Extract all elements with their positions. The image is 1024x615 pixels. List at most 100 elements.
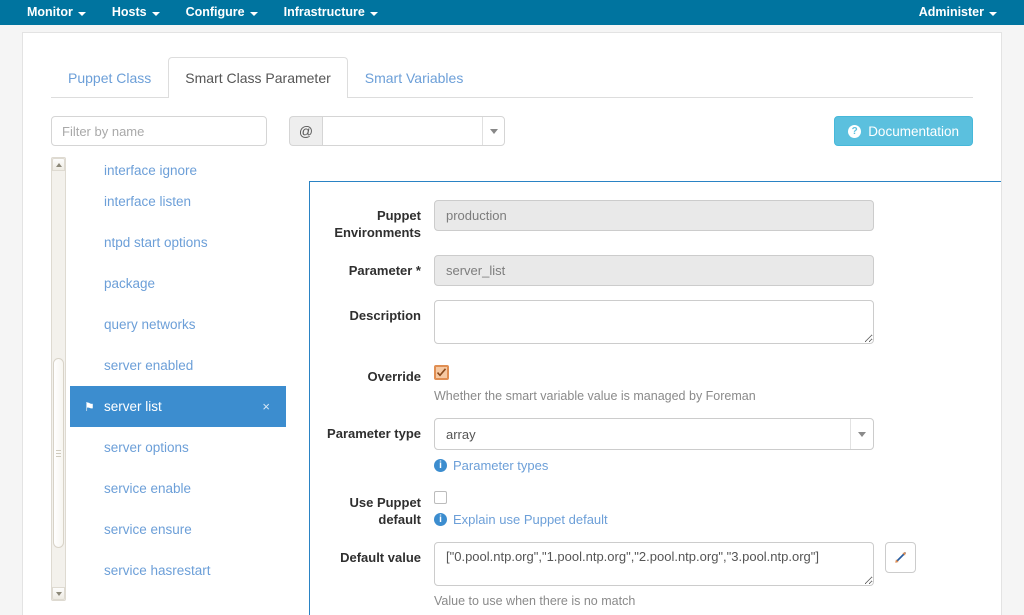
close-icon[interactable]: × <box>262 399 276 414</box>
list-item[interactable]: service hasrestart <box>70 550 286 591</box>
parameter-form-panel: Puppet Environments Parameter * Descript… <box>309 181 1001 615</box>
chevron-down-icon <box>151 11 160 16</box>
list-item[interactable]: interface ignore <box>70 153 286 181</box>
parameter-sidebar: interface ignore interface listen ntpd s… <box>51 153 286 615</box>
list-item-label: server list <box>104 399 162 414</box>
expand-editor-button[interactable] <box>885 542 916 573</box>
list-item[interactable]: query networks <box>70 304 286 345</box>
list-item-label: service hasrestart <box>104 563 211 578</box>
form-row-use-puppet-default: Use Puppet default i Explain use Puppet … <box>310 487 1001 528</box>
use-puppet-default-checkbox[interactable] <box>434 491 447 504</box>
tab-label: Smart Class Parameter <box>185 70 331 86</box>
list-item-label: interface ignore <box>104 163 198 178</box>
parameter-type-control: array i Parameter types <box>434 418 991 473</box>
chevron-down-icon <box>77 11 86 16</box>
parameter-types-link[interactable]: i Parameter types <box>434 458 548 473</box>
scroll-down-arrow-icon[interactable] <box>52 587 65 600</box>
navbar-left-group: Monitor Hosts Configure Infrastructure <box>14 0 391 25</box>
parameter-control <box>434 255 991 286</box>
list-item-label: service enable <box>104 481 192 496</box>
parameter-type-select[interactable]: array <box>434 418 874 450</box>
chevron-down-icon <box>850 419 873 449</box>
page-container: Puppet Class Smart Class Parameter Smart… <box>22 32 1002 615</box>
puppet-environments-input <box>434 200 874 231</box>
tab-puppet-class[interactable]: Puppet Class <box>51 57 168 98</box>
navbar-right-group: Administer <box>906 0 1010 25</box>
scroll-up-arrow-icon[interactable] <box>52 158 65 171</box>
default-value-wrap <box>434 542 991 586</box>
explain-use-puppet-default-link[interactable]: i Explain use Puppet default <box>434 512 608 527</box>
parameter-label: Parameter * <box>348 263 421 278</box>
nav-item-label: Administer <box>918 5 984 19</box>
tab-smart-class-parameter[interactable]: Smart Class Parameter <box>168 57 348 98</box>
list-item-label: server options <box>104 440 189 455</box>
nav-item-infrastructure[interactable]: Infrastructure <box>271 0 391 25</box>
list-item[interactable]: interface listen <box>70 181 286 222</box>
list-item-label: package <box>104 276 156 291</box>
description-control <box>434 300 991 347</box>
form-row-parameter-type: Parameter type array i Parameter types <box>310 418 1001 473</box>
override-control: Whether the smart variable value is mana… <box>434 361 991 404</box>
nav-item-hosts[interactable]: Hosts <box>99 0 173 25</box>
chevron-down-icon <box>482 117 504 145</box>
check-icon <box>436 368 447 377</box>
environment-select[interactable] <box>322 116 505 146</box>
environment-filter-group: @ <box>289 116 505 146</box>
sidebar-scrollbar[interactable] <box>51 157 66 601</box>
nav-item-monitor[interactable]: Monitor <box>14 0 99 25</box>
tab-bar: Puppet Class Smart Class Parameter Smart… <box>51 57 973 98</box>
list-item-label: interface listen <box>104 194 192 209</box>
use-puppet-default-control: i Explain use Puppet default <box>434 487 991 528</box>
list-item[interactable]: ntpd start options <box>70 222 286 263</box>
override-checkbox[interactable] <box>434 365 449 380</box>
parameter-type-label: Parameter type <box>327 426 421 441</box>
parameter-input <box>434 255 874 286</box>
override-help-text: Whether the smart variable value is mana… <box>434 389 756 403</box>
override-label: Override <box>367 369 421 384</box>
tab-label: Puppet Class <box>68 70 152 86</box>
filter-by-name-input[interactable] <box>51 116 267 146</box>
nav-item-label: Monitor <box>27 5 73 19</box>
puppet-environments-label: Puppet Environments <box>334 208 421 240</box>
flag-icon: ⚑ <box>84 399 95 414</box>
explain-link-label: Explain use Puppet default <box>453 512 608 527</box>
documentation-button[interactable]: ? Documentation <box>834 116 973 146</box>
parameter-types-link-label: Parameter types <box>453 458 549 473</box>
tab-smart-variables[interactable]: Smart Variables <box>348 57 481 98</box>
nav-item-label: Infrastructure <box>283 5 365 19</box>
list-item-server-list-selected[interactable]: ⚑ server list × <box>70 386 286 427</box>
at-sign-addon: @ <box>289 116 322 146</box>
nav-item-label: Hosts <box>111 5 147 19</box>
nav-item-configure[interactable]: Configure <box>173 0 271 25</box>
chevron-down-icon <box>249 11 258 16</box>
description-textarea[interactable] <box>434 300 874 344</box>
nav-item-administer[interactable]: Administer <box>906 0 1010 25</box>
list-item[interactable]: service ensure <box>70 509 286 550</box>
form-row-description: Description <box>310 300 1001 347</box>
list-item-label: service ensure <box>104 522 192 537</box>
list-item[interactable]: server options <box>70 427 286 468</box>
scrollbar-grip-icon <box>56 449 61 457</box>
list-item-label: ntpd start options <box>104 235 208 250</box>
chevron-down-icon <box>989 11 997 16</box>
use-puppet-default-label: Use Puppet default <box>349 495 421 527</box>
default-value-textarea[interactable] <box>434 542 874 586</box>
expand-diagonal-icon <box>895 551 907 563</box>
description-label: Description <box>349 308 421 323</box>
content-split: interface ignore interface listen ntpd s… <box>23 153 1001 615</box>
chevron-down-icon <box>369 11 378 16</box>
environment-select-value <box>323 117 504 127</box>
list-item-label: server enabled <box>104 358 194 373</box>
form-row-override: Override Whether the smart variable valu… <box>310 361 1001 404</box>
filter-toolbar: @ ? Documentation <box>51 115 973 147</box>
list-item[interactable]: package <box>70 263 286 304</box>
list-item[interactable]: service enable <box>70 468 286 509</box>
list-item[interactable]: server enabled <box>70 345 286 386</box>
scrollbar-thumb[interactable] <box>53 358 64 548</box>
question-circle-icon: ? <box>848 124 862 138</box>
info-icon: i <box>434 459 447 472</box>
documentation-button-label: Documentation <box>868 123 959 139</box>
form-row-parameter: Parameter * <box>310 255 1001 286</box>
top-navbar: Monitor Hosts Configure Infrastructure A… <box>0 0 1024 25</box>
parameter-list: interface ignore interface listen ntpd s… <box>70 153 286 615</box>
